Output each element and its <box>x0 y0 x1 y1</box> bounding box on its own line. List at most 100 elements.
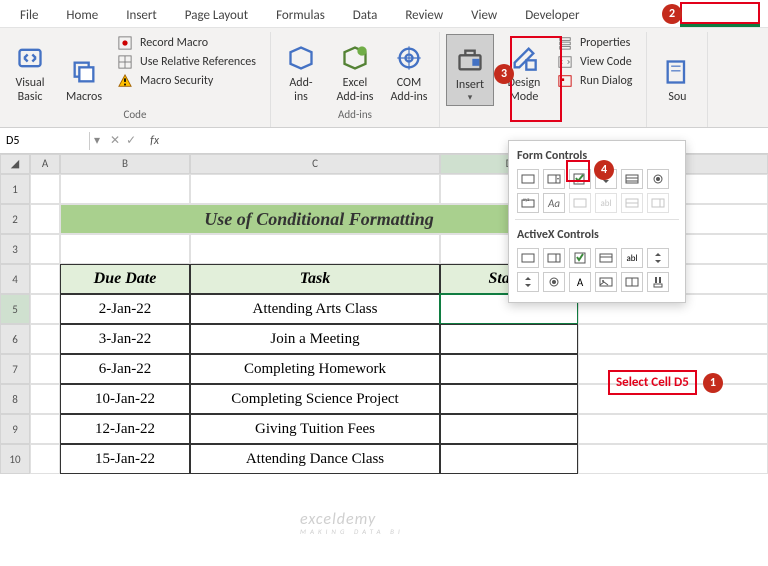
tab-view[interactable]: View <box>457 4 511 27</box>
row-9[interactable]: 9 <box>0 414 30 444</box>
table-cell[interactable]: Giving Tuition Fees <box>190 414 440 444</box>
table-cell[interactable] <box>440 354 578 384</box>
addins-button[interactable]: Add- ins <box>277 34 325 106</box>
row-7[interactable]: 7 <box>0 354 30 384</box>
ax-scroll-icon[interactable] <box>647 248 669 268</box>
svg-text:xyz: xyz <box>523 198 529 203</box>
relative-ref-button[interactable]: Use Relative References <box>114 53 264 71</box>
ribbon: Visual Basic Macros Record Macro Use Rel… <box>0 28 768 128</box>
table-cell[interactable]: 12-Jan-22 <box>60 414 190 444</box>
ax-list-icon[interactable] <box>595 248 617 268</box>
properties-button[interactable]: Properties <box>554 34 640 52</box>
group-xml: Sou <box>646 32 708 127</box>
checkbox-control-icon[interactable] <box>569 169 591 189</box>
table-cell[interactable]: Attending Arts Class <box>190 294 440 324</box>
table-cell[interactable]: 10-Jan-22 <box>60 384 190 414</box>
visual-basic-button[interactable]: Visual Basic <box>6 34 54 106</box>
col-C[interactable]: C <box>190 154 440 174</box>
ax-image-icon[interactable] <box>595 272 617 292</box>
button-control-icon[interactable] <box>517 169 539 189</box>
col-A[interactable]: A <box>30 154 60 174</box>
visual-basic-icon <box>16 44 44 72</box>
name-box[interactable]: D5 <box>0 132 90 150</box>
tab-data[interactable]: Data <box>339 4 392 27</box>
table-cell[interactable]: 6-Jan-22 <box>60 354 190 384</box>
code-icon <box>558 55 572 69</box>
ax-more-icon[interactable] <box>647 272 669 292</box>
step-3-badge: 3 <box>494 64 514 84</box>
macros-icon <box>70 58 98 86</box>
excel-addins-icon <box>341 44 369 72</box>
macros-button[interactable]: Macros <box>60 34 108 106</box>
step-4-badge: 4 <box>594 160 614 180</box>
tab-formulas[interactable]: Formulas <box>262 4 339 27</box>
activex-controls-label: ActiveX Controls <box>515 224 679 246</box>
table-cell[interactable]: Join a Meeting <box>190 324 440 354</box>
row-3[interactable]: 3 <box>0 234 30 264</box>
group-code: Visual Basic Macros Record Macro Use Rel… <box>0 32 271 127</box>
excel-addins-button[interactable]: Excel Add-ins <box>331 34 379 106</box>
row-5[interactable]: 5 <box>0 294 30 324</box>
label-control-icon[interactable]: Aa <box>543 193 565 213</box>
watermark: exceldemy MAKING DATA BI <box>300 510 404 536</box>
group-addins: Add- ins Excel Add-ins COM Add-ins Add-i… <box>271 32 440 127</box>
ax-button-icon[interactable] <box>517 248 539 268</box>
insert-controls-button[interactable]: Insert ▾ <box>446 34 494 106</box>
name-box-dropdown-icon[interactable]: ▾ <box>90 133 104 148</box>
ax-option-icon[interactable] <box>543 272 565 292</box>
properties-icon <box>558 36 572 50</box>
tab-insert[interactable]: Insert <box>112 4 171 27</box>
list-control-icon[interactable] <box>621 169 643 189</box>
table-cell[interactable] <box>440 324 578 354</box>
tab-file[interactable]: File <box>6 4 52 27</box>
view-code-button[interactable]: View Code <box>554 53 640 71</box>
row-8[interactable]: 8 <box>0 384 30 414</box>
fx-icon[interactable]: fx <box>142 134 167 148</box>
source-button[interactable]: Sou <box>653 34 701 106</box>
scroll-control-icon <box>647 193 669 213</box>
table-cell[interactable] <box>440 414 578 444</box>
ribbon-tabs: File Home Insert Page Layout Formulas Da… <box>0 0 768 28</box>
table-cell[interactable]: Attending Dance Class <box>190 444 440 474</box>
row-6[interactable]: 6 <box>0 324 30 354</box>
ax-toggle-icon[interactable] <box>621 272 643 292</box>
sheet-title: Use of Conditional Formatting <box>60 204 578 234</box>
macro-security-button[interactable]: Macro Security <box>114 72 264 90</box>
ax-label-icon[interactable]: A <box>569 272 591 292</box>
row-10[interactable]: 10 <box>0 444 30 474</box>
select-all[interactable]: ◢ <box>0 154 30 174</box>
tab-review[interactable]: Review <box>391 4 457 27</box>
group-control-icon[interactable]: xyz <box>517 193 539 213</box>
design-icon <box>510 44 538 72</box>
row-1[interactable]: 1 <box>0 174 30 204</box>
ax-text-icon[interactable]: abl <box>621 248 643 268</box>
ax-spin-icon[interactable] <box>517 272 539 292</box>
ax-combo-icon[interactable] <box>543 248 565 268</box>
toolbox-icon <box>456 46 484 74</box>
table-cell[interactable]: Completing Science Project <box>190 384 440 414</box>
cancel-icon[interactable]: ✕ <box>110 133 120 148</box>
record-macro-icon <box>118 36 132 50</box>
table-cell[interactable] <box>440 444 578 474</box>
com-addins-button[interactable]: COM Add-ins <box>385 34 433 106</box>
col-B[interactable]: B <box>60 154 190 174</box>
table-cell[interactable] <box>440 384 578 414</box>
table-cell[interactable]: 3-Jan-22 <box>60 324 190 354</box>
tab-home[interactable]: Home <box>52 4 112 27</box>
enter-icon[interactable]: ✓ <box>126 133 136 148</box>
row-2[interactable]: 2 <box>0 204 30 234</box>
group-controls: Insert ▾ Design Mode Properties View Cod… <box>440 32 646 127</box>
row-4[interactable]: 4 <box>0 264 30 294</box>
tab-page-layout[interactable]: Page Layout <box>171 4 262 27</box>
tab-developer[interactable]: Developer <box>511 4 593 27</box>
chevron-down-icon: ▾ <box>468 92 473 103</box>
combo-control-icon[interactable] <box>543 169 565 189</box>
table-cell[interactable]: 2-Jan-22 <box>60 294 190 324</box>
table-cell[interactable]: 15-Jan-22 <box>60 444 190 474</box>
table-cell[interactable]: Completing Homework <box>190 354 440 384</box>
ax-checkbox-icon[interactable] <box>569 248 591 268</box>
run-dialog-button[interactable]: Run Dialog <box>554 72 640 90</box>
option-control-icon[interactable] <box>647 169 669 189</box>
record-macro-button[interactable]: Record Macro <box>114 34 264 52</box>
header-task: Task <box>190 264 440 294</box>
